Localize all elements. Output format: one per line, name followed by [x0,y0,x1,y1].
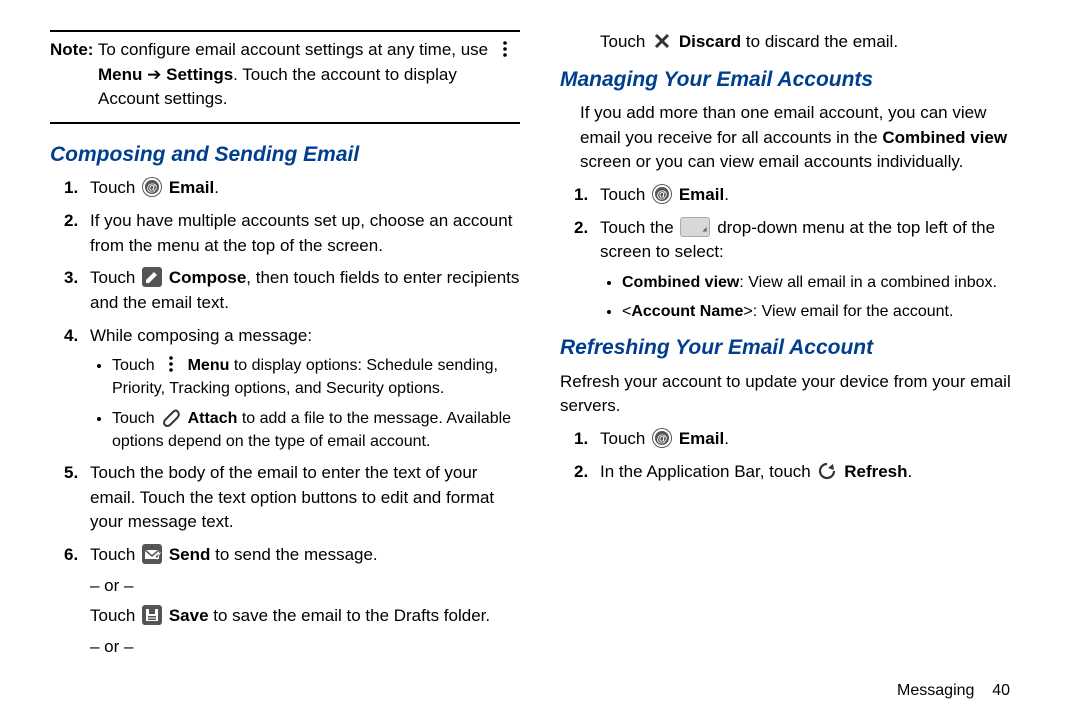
email-at-icon: @ [652,184,672,204]
section-heading-refreshing: Refreshing Your Email Account [560,333,1030,363]
email-at-icon: @ [652,428,672,448]
note-text: Note: To configure email account setting… [50,38,520,112]
bullet: Touch Attach to add a file to the messag… [112,407,520,453]
step: 3. Touch Compose, then touch fields to e… [90,266,520,315]
svg-text:@: @ [657,189,668,201]
discard-x-icon [652,31,672,51]
bullet: <Account Name>: View email for the accou… [622,300,1030,323]
or-divider: – or – [90,574,520,599]
step: 1. Touch @ Email. [90,176,520,201]
email-at-icon: @ [142,177,162,197]
note-block: Note: To configure email account setting… [50,30,520,124]
svg-text:@: @ [147,182,158,194]
section-heading-composing: Composing and Sending Email [50,140,520,170]
dropdown-icon [680,217,710,237]
attach-icon [161,407,181,427]
compose-icon [142,267,162,287]
managing-intro: If you add more than one email account, … [580,101,1030,175]
section-heading-managing: Managing Your Email Accounts [560,65,1030,95]
step: 4. While composing a message: Touch Menu… [90,324,520,453]
send-icon [142,544,162,564]
manual-page: Note: To configure email account setting… [0,0,1080,690]
step: 1. Touch @ Email. [600,427,1030,452]
refreshing-intro: Refresh your account to update your devi… [560,370,1030,419]
bullet: Combined view: View all email in a combi… [622,271,1030,294]
save-icon [142,605,162,625]
refresh-icon [817,461,837,481]
step: 5.Touch the body of the email to enter t… [90,461,520,535]
or-divider: – or – [90,635,520,660]
svg-text:@: @ [657,433,668,445]
overflow-menu-icon [495,39,515,59]
step: 1. Touch @ Email. [600,183,1030,208]
step: 2. In the Application Bar, touch Refresh… [600,460,1030,485]
bullet: Touch Menu to display options: Schedule … [112,354,520,400]
overflow-menu-icon [161,354,181,374]
step: 2. Touch the drop-down menu at the top l… [600,216,1030,324]
refreshing-steps: 1. Touch @ Email. 2. In the Application … [560,427,1030,484]
step: 2.If you have multiple accounts set up, … [90,209,520,258]
page-footer: Messaging 40 [897,682,1010,700]
managing-steps: 1. Touch @ Email. 2. Touch the drop-down… [560,183,1030,323]
